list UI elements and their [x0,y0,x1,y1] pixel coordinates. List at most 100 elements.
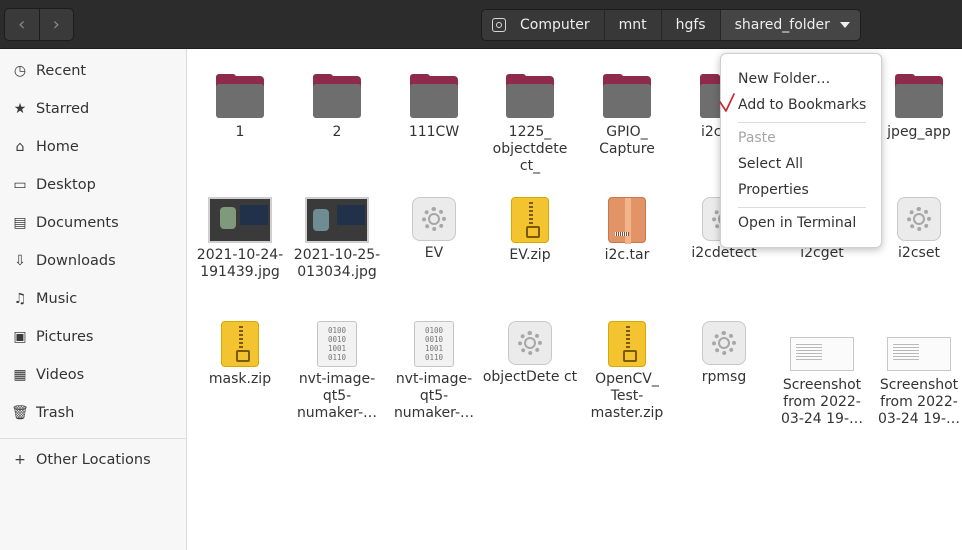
star-icon: ★ [13,101,27,117]
file-item[interactable]: 1225_ objectdete ct_ [482,74,578,175]
pictures-icon: ▣ [13,329,27,345]
executable-icon [412,197,456,241]
file-label: rpmsg [701,369,747,385]
breadcrumb-hgfs[interactable]: hgfs [662,10,721,40]
plus-icon: + [14,452,26,468]
folder-icon [410,74,458,120]
file-label: 2 [332,124,342,140]
file-item[interactable]: 2021-10-24- 191439.jpg [192,197,288,281]
breadcrumb-shared-folder[interactable]: shared_folder [720,10,860,40]
file-item[interactable]: EV.zip [482,197,578,264]
file-item[interactable]: EV [386,197,482,262]
chevron-right-icon: › [52,14,60,35]
folder-icon [506,74,554,120]
sidebar-item-pictures[interactable]: ▣ Pictures [0,320,186,354]
file-label: GPIO_ Capture [599,124,655,157]
file-label: 111CW [408,124,460,140]
folder-icon [603,74,651,120]
back-button[interactable]: ‹ [5,9,39,40]
file-label: OpenCV_ Test- master.zip [590,371,664,421]
breadcrumb-computer[interactable]: Computer [482,10,605,40]
menu-item-paste: Paste [738,130,776,146]
sidebar-item-label: Desktop [36,177,96,193]
videos-icon: ▦ [13,367,27,383]
file-label: 2021-10-25- 013034.jpg [293,247,381,280]
clock-icon: ◷ [13,63,27,79]
screenshot-thumbnail [790,337,854,371]
menu-item-select-all[interactable]: Select All [721,152,881,176]
file-item[interactable]: 1 [192,74,288,141]
context-menu: New Folder… Add to Bookmarks Paste Selec… [720,53,882,248]
file-item[interactable]: 0100 0010 1001 0110 nvt-image- qt5- numak… [289,321,385,422]
file-item[interactable]: Screenshot from 2022- 03-24 19-… [774,331,870,428]
file-label: i2c.tar [604,247,650,263]
sidebar-item-other-locations[interactable]: + Other Locations [0,443,186,477]
menu-divider [738,122,866,123]
home-icon: ⌂ [15,139,25,155]
breadcrumb-label: hgfs [675,17,706,33]
file-item[interactable]: OpenCV_ Test- master.zip [579,321,675,422]
menu-item-add-to-bookmarks[interactable]: Add to Bookmarks [721,93,881,117]
file-label: nvt-image- qt5- numaker-… [296,371,378,421]
file-item[interactable]: 111CW [386,74,482,141]
menu-item-open-in-terminal[interactable]: Open in Terminal [721,211,881,235]
sidebar-item-documents[interactable]: ▤ Documents [0,206,186,240]
menu-divider [738,207,866,208]
sidebar-item-music[interactable]: ♫ Music [0,282,186,316]
file-item[interactable]: 2021-10-25- 013034.jpg [289,197,385,281]
file-item[interactable]: 2 [289,74,385,141]
sidebar-item-trash[interactable]: 🗑 Trash [0,396,186,430]
forward-button[interactable]: › [38,9,74,40]
breadcrumb-mnt[interactable]: mnt [605,10,662,40]
sidebar: ◷ Recent ★ Starred ⌂ Home ▭ Desktop ▤ Documen… [0,49,187,550]
checkmark-annotation-icon [719,93,735,112]
file-label: EV.zip [509,247,551,263]
breadcrumb: Computer mnt hgfs shared_folder [481,9,861,41]
chevron-left-icon: ‹ [18,14,26,35]
breadcrumb-label: Computer [520,17,590,33]
breadcrumb-label: shared_folder [734,17,830,33]
file-label: Screenshot from 2022- 03-24 19-… [878,377,960,427]
folder-icon [895,74,943,120]
sidebar-item-label: Home [36,139,79,155]
sidebar-item-downloads[interactable]: ⇩ Downloads [0,244,186,278]
folder-icon [216,74,264,120]
sidebar-item-label: Trash [36,405,75,421]
sidebar-item-label: Downloads [36,253,116,269]
file-label: i2cset [898,245,940,261]
file-item[interactable]: i2c.tar [579,197,675,264]
file-item[interactable]: jpeg_app [871,74,962,141]
music-icon: ♫ [13,291,27,307]
disk-icon [492,18,506,32]
file-item[interactable]: GPIO_ Capture [579,74,675,158]
sidebar-item-recent[interactable]: ◷ Recent [0,54,186,88]
menu-item-new-folder[interactable]: New Folder… [721,67,881,91]
zip-archive-icon [608,321,646,367]
sidebar-item-label: Documents [36,215,119,231]
file-item[interactable]: i2cset [871,197,962,262]
file-item[interactable]: rpmsg [676,321,772,386]
zip-archive-icon [511,197,549,243]
file-item[interactable]: mask.zip [192,321,288,388]
documents-icon: ▤ [13,215,27,231]
sidebar-item-desktop[interactable]: ▭ Desktop [0,168,186,202]
file-label: 1 [235,124,245,140]
sidebar-item-home[interactable]: ⌂ Home [0,130,186,164]
file-item[interactable]: 0100 0010 1001 0110 nvt-image- qt5- numak… [386,321,482,422]
sidebar-item-videos[interactable]: ▦ Videos [0,358,186,392]
chevron-down-icon[interactable] [839,22,850,28]
sidebar-item-starred[interactable]: ★ Starred [0,92,186,126]
file-item[interactable]: Screenshot from 2022- 03-24 19-… [871,331,962,428]
image-thumbnail [208,197,272,243]
file-label: mask.zip [208,371,272,387]
sidebar-item-label: Music [36,291,78,307]
folder-icon [313,74,361,120]
file-item[interactable]: objectDete ct [482,321,578,386]
executable-icon [508,321,552,365]
zip-archive-icon [221,321,259,367]
sidebar-item-label: Recent [36,63,87,79]
sidebar-item-label: Other Locations [36,452,151,468]
binary-file-icon: 0100 0010 1001 0110 [317,321,357,367]
menu-item-properties[interactable]: Properties [721,178,881,202]
file-label: 2021-10-24- 191439.jpg [196,247,284,280]
